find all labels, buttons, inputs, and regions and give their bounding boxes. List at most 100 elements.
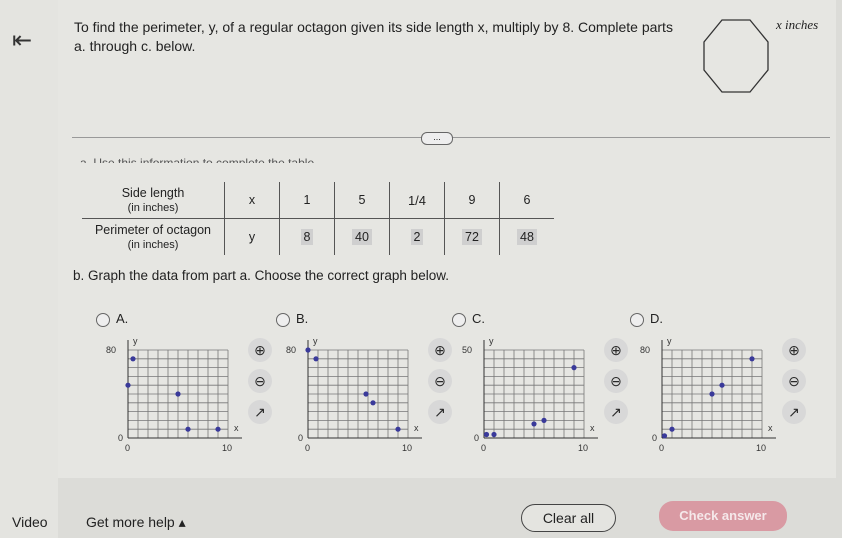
y-axis-label: y	[667, 336, 672, 346]
var-y: y	[224, 218, 280, 255]
radio-button[interactable]	[630, 312, 644, 327]
y-tick-label: 0	[474, 433, 479, 443]
back-arrow-icon[interactable]: ⇤	[12, 26, 32, 55]
data-point	[363, 391, 369, 397]
question-prompt: To find the perimeter, y, of a regular o…	[74, 19, 673, 54]
y-tick-label: 0	[652, 433, 657, 443]
radio-button[interactable]	[96, 312, 110, 327]
option-c[interactable]: C.	[452, 311, 485, 327]
y-cell[interactable]: 72	[444, 218, 500, 255]
x-tick-label: 10	[756, 443, 766, 453]
open-new-window-icon[interactable]: ↗	[248, 400, 272, 424]
data-point	[185, 426, 191, 432]
x-axis-label: x	[768, 423, 773, 433]
option-label: A.	[116, 311, 129, 326]
left-rail: ⇤	[0, 0, 58, 538]
y-cell[interactable]: 2	[389, 218, 445, 255]
data-point	[125, 382, 131, 388]
data-point	[305, 347, 311, 353]
part-a-text: a. Use this information to complete the …	[80, 156, 318, 163]
y-tick-label: 0	[118, 433, 123, 443]
data-point	[370, 400, 376, 406]
x-tick-label: 10	[222, 443, 232, 453]
open-new-window-icon[interactable]: ↗	[782, 400, 806, 424]
y-tick-label: 80	[640, 345, 650, 355]
data-point	[719, 382, 725, 388]
zoom-in-icon[interactable]: ⊕	[428, 338, 452, 362]
data-point	[709, 391, 715, 397]
x-cell: 9	[444, 182, 500, 219]
open-new-window-icon[interactable]: ↗	[428, 400, 452, 424]
check-answer-button[interactable]: Check answer	[659, 501, 787, 531]
octagon-figure	[703, 19, 769, 93]
option-label: C.	[472, 311, 485, 326]
x-tick-label: 10	[578, 443, 588, 453]
clear-all-button[interactable]: Clear all	[521, 504, 616, 532]
option-d[interactable]: D.	[630, 311, 663, 327]
x-axis-label: x	[590, 423, 595, 433]
option-label: B.	[296, 311, 309, 326]
data-point	[531, 421, 537, 427]
fraction-value: 1/4	[407, 192, 427, 208]
zoom-in-icon[interactable]: ⊕	[782, 338, 806, 362]
x-axis-label: x	[234, 423, 239, 433]
y-tick-label: 80	[106, 345, 116, 355]
zoom-in-icon[interactable]: ⊕	[248, 338, 272, 362]
zoom-in-icon[interactable]: ⊕	[604, 338, 628, 362]
x-tick-label: 10	[402, 443, 412, 453]
x-cell: 5	[334, 182, 390, 219]
data-point	[571, 365, 577, 371]
data-point	[175, 391, 181, 397]
y-tick-label: 0	[298, 433, 303, 443]
data-point	[215, 426, 221, 432]
figure-label: x inches	[776, 17, 819, 32]
x-tick-label: 0	[481, 443, 486, 453]
radio-button[interactable]	[452, 312, 466, 327]
video-link[interactable]: Video	[12, 514, 48, 530]
zoom-out-icon[interactable]: ⊖	[428, 369, 452, 393]
y-axis-label: y	[313, 336, 318, 346]
zoom-out-icon[interactable]: ⊖	[782, 369, 806, 393]
option-a[interactable]: A.	[96, 311, 128, 327]
graph-c: 0 10 0 50 x y	[462, 336, 598, 453]
x-tick-label: 0	[125, 443, 130, 453]
option-b[interactable]: B.	[276, 311, 308, 327]
x-cell: 1	[279, 182, 335, 219]
y-cell[interactable]: 8	[279, 218, 335, 255]
row-label: Side length (in inches)	[82, 182, 225, 219]
x-cell: 6	[499, 182, 554, 219]
zoom-out-icon[interactable]: ⊖	[248, 369, 272, 393]
x-cell: 1/4	[389, 182, 445, 219]
graph-d: 0 10 0 80 x y	[640, 336, 776, 453]
data-point	[541, 417, 547, 423]
data-point	[130, 356, 136, 362]
data-table: Side length (in inches) x 1 5 1/4 9 6 Per…	[82, 182, 554, 255]
x-tick-label: 0	[659, 443, 664, 453]
x-tick-label: 0	[305, 443, 310, 453]
data-point	[395, 426, 401, 432]
var-x: x	[224, 182, 280, 219]
y-cell[interactable]: 48	[499, 218, 554, 255]
data-point	[313, 356, 319, 362]
x-axis-label: x	[414, 423, 419, 433]
data-point	[483, 431, 490, 438]
data-point	[661, 433, 668, 439]
get-more-help-link[interactable]: Get more help ▴	[86, 514, 186, 531]
zoom-out-icon[interactable]: ⊖	[604, 369, 628, 393]
row-label: Perimeter of octagon (in inches)	[94, 223, 212, 251]
part-b-text: b. Graph the data from part a. Choose th…	[73, 268, 449, 283]
y-axis-label: y	[133, 336, 138, 346]
y-axis-label: y	[489, 336, 494, 346]
graph-b: 0 10 0 80 x y	[286, 336, 422, 453]
y-tick-label: 50	[462, 345, 472, 355]
data-point	[491, 431, 497, 438]
graph-a: 0 10 0 80 x y	[106, 336, 242, 453]
expand-button[interactable]: ...	[421, 132, 453, 145]
y-cell[interactable]: 40	[334, 218, 390, 255]
data-point	[749, 356, 755, 362]
y-tick-label: 80	[286, 345, 296, 355]
radio-button[interactable]	[276, 312, 290, 327]
data-point	[669, 426, 675, 432]
open-new-window-icon[interactable]: ↗	[604, 400, 628, 424]
option-label: D.	[650, 311, 663, 326]
